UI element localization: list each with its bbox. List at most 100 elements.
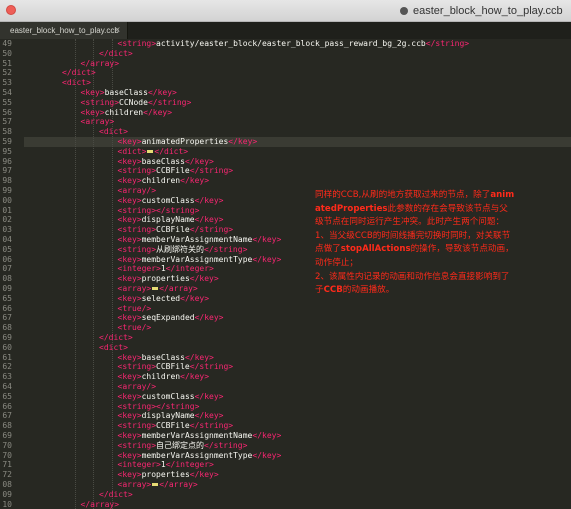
code-line: <string>CCBFile</string> [118,225,234,235]
code-line: <key>memberVarAssignmentType</key> [118,255,282,265]
line-number: 08 [2,480,12,489]
line-number: 72 [2,470,12,480]
window-title-group: easter_block_how_to_play.ccb [400,3,563,19]
xml-tag: </key> [228,137,258,146]
xml-tag: </key> [194,195,224,205]
code-line: <dict> </dict> [118,147,189,157]
xml-text: 从刷绑符关的 [156,244,205,254]
code-line: <key>children</key> [118,372,210,382]
xml-text: memberVarAssignmentName [141,431,253,440]
xml-tag: <true/> [117,303,152,313]
xml-tag: <string> [117,401,157,411]
line-number: 58 [2,127,12,137]
xml-text: animatedProperties [141,137,229,146]
code-line: </dict> [62,68,96,78]
xml-text: memberVarAssignmentType [141,450,253,460]
line-number: 67 [2,313,12,323]
line-number: 59 [2,137,12,146]
code-editor[interactable]: 49 50 51 52 53 54 55 56 57 58 59 95 96 97 98 99 00 01 02 03… [0,39,571,509]
annotation-text: 的动画播放。 [342,285,395,296]
line-number: 98 [2,176,12,186]
annotation-text: 同样的CCB,从刷的地方获取过来的节点，除了 [315,190,491,200]
xml-tag: </dict> [62,68,96,78]
code-line: <string>CCBFile</string> [118,166,234,176]
folded-region-icon[interactable] [152,483,159,486]
xml-tag: <array> [117,480,152,489]
xml-tag: <string> [117,244,157,254]
xml-tag: <key> [80,88,105,97]
code-line: <array/> [118,186,157,196]
indent-guide [74,39,76,509]
xml-tag: <key> [117,391,142,401]
xml-tag: <string> [117,205,157,215]
xml-tag: </string> [156,401,200,411]
window-title: easter_block_how_to_play.ccb [413,5,563,17]
line-number: 64 [2,382,12,391]
line-number: 69 [2,333,12,342]
xml-tag: <string> [80,97,120,107]
tab-easter-block-how-to-play[interactable]: easter_block_how_to_play.ccb × [0,22,128,39]
xml-text: children [141,372,181,382]
xml-text: children [104,107,144,117]
code-line: <string>CCBFile</string> [118,362,234,372]
xml-tag: </key> [189,274,219,284]
line-number: 66 [2,303,12,313]
xml-tag: </key> [180,372,210,382]
xml-tag: <key> [117,313,142,323]
xml-tag: </string> [189,166,234,176]
line-number: 97 [2,166,12,176]
line-number: 10 [2,499,12,509]
xml-tag: </key> [147,88,177,97]
line-number: 01 [2,205,12,215]
xml-text: selected [141,293,181,303]
xml-tag: </string> [189,362,234,372]
code-line: <array/> [118,382,157,392]
xml-tag: </string> [147,97,192,107]
xml-tag: <string> [117,440,157,450]
xml-tag: </string> [425,39,470,48]
annotation-emphasis: CCB [323,285,343,296]
code-line: <string></string> [118,206,200,216]
annotation-note: 同样的CCB,从刷的地方获取过来的节点，除了animatedProperties… [315,189,515,298]
xml-tag: </key> [252,431,282,440]
xml-tag: </key> [194,411,224,421]
xml-tag: </array> [159,480,198,489]
xml-text: customClass [141,195,195,205]
xml-tag: <key> [117,411,142,421]
xml-tag: <key> [117,176,142,186]
xml-tag: </dict> [99,489,133,499]
xml-tag: </key> [194,391,224,401]
xml-tag: </string> [156,205,200,215]
xml-text: CCBFile [156,166,190,176]
xml-tag: <dict> [117,146,147,156]
line-number: 06 [2,254,12,264]
line-number: 09 [2,489,12,499]
xml-tag: </string> [204,440,248,450]
code-line: <key>baseClass</key> [118,157,214,167]
xml-text: children [141,176,181,186]
xml-tag: </array> [159,284,198,293]
xml-tag: <array/> [117,186,157,195]
xml-tag: <dict> [99,127,128,137]
line-number: 65 [2,391,12,401]
xml-tag: <key> [80,107,105,117]
code-line: <key>properties</key> [118,470,219,480]
code-line: <key>memberVarAssignmentName</key> [118,235,282,245]
tab-close-icon[interactable]: × [114,26,121,34]
line-number: 65 [2,293,12,303]
line-number: 57 [2,117,12,127]
line-number: 08 [2,274,12,284]
xml-tag: <string> [117,166,157,176]
xml-tag: </key> [252,254,282,264]
document-proxy-icon[interactable] [400,7,408,15]
line-number: 63 [2,372,12,382]
code-line: <true/> [118,304,152,314]
line-number: 69 [2,431,12,440]
close-window-icon[interactable] [6,5,16,15]
line-number: 04 [2,235,12,244]
folded-region-icon[interactable] [152,287,159,290]
code-line: <string>CCBFile</string> [118,421,234,431]
xml-tag: <key> [117,352,142,362]
folded-region-icon[interactable] [147,149,154,153]
xml-tag: </key> [180,176,210,186]
